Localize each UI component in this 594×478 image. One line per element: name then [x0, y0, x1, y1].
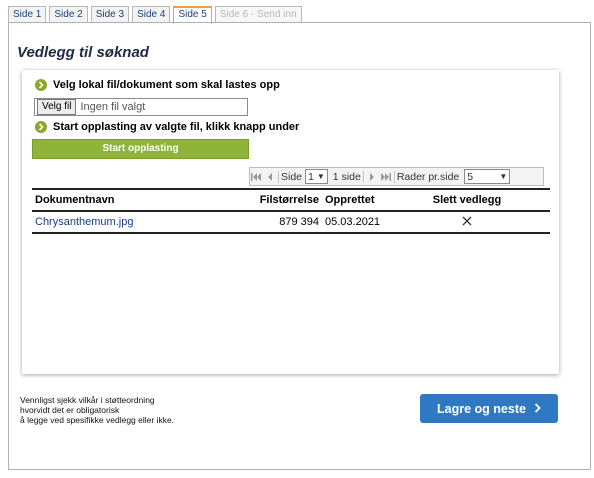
- delete-cell: [402, 216, 532, 229]
- chevron-down-icon: ▼: [499, 172, 508, 181]
- step-start-upload: Start opplasting av valgte fil, klikk kn…: [35, 121, 299, 133]
- pager: Side 1 ▼ 1 side Rader pr.side 5 ▼: [249, 167, 544, 186]
- table-header: Dokumentnavn Filstørrelse Opprettet Slet…: [32, 188, 550, 212]
- last-page-icon[interactable]: [379, 169, 392, 184]
- choose-file-button[interactable]: Velg fil: [37, 99, 77, 115]
- column-header-document-name[interactable]: Dokumentnavn: [32, 194, 245, 206]
- column-header-delete: Slett vedlegg: [432, 194, 502, 206]
- page-count: 1 side: [332, 170, 361, 183]
- page-label: Side: [281, 170, 303, 183]
- arrow-right-circle-icon: [35, 121, 47, 133]
- rows-per-page-value: 5: [467, 170, 474, 183]
- page-title: Vedlegg til søknad: [17, 44, 149, 61]
- pager-divider: [278, 170, 279, 183]
- page-select-value: 1: [308, 170, 314, 183]
- step-select-file: Velg lokal fil/dokument som skal lastes …: [35, 79, 280, 91]
- attachment-note: Vennligst sjekk vilkår i støtteordning h…: [20, 395, 174, 425]
- next-page-icon[interactable]: [366, 169, 379, 184]
- start-upload-button[interactable]: Start opplasting: [32, 139, 249, 159]
- column-header-file-size[interactable]: Filstørrelse: [245, 194, 319, 206]
- tab-side-1[interactable]: Side 1: [8, 6, 47, 22]
- file-size-cell: 879 394: [279, 216, 319, 228]
- step-start-upload-label: Start opplasting av valgte fil, klikk kn…: [53, 121, 300, 133]
- note-line: å legge ved spesifikke vedlegg eller ikk…: [20, 415, 175, 425]
- document-link[interactable]: Chrysanthemum.jpg: [32, 216, 245, 228]
- close-icon[interactable]: [462, 216, 472, 229]
- tab-side-4[interactable]: Side 4: [132, 6, 171, 22]
- chevron-down-icon: ▼: [316, 172, 325, 181]
- note-line: Vennligst sjekk vilkår i støtteordning: [20, 395, 155, 405]
- tab-bar: Side 1 Side 2 Side 3 Side 4 Side 5 Side …: [8, 6, 302, 24]
- note-line: hvorvidt det er obligatorisk: [20, 405, 120, 415]
- file-status: Ingen fil valgt: [80, 101, 146, 113]
- first-page-icon[interactable]: [250, 169, 263, 184]
- pager-divider: [362, 170, 364, 183]
- upload-panel: Velg lokal fil/dokument som skal lastes …: [22, 70, 559, 374]
- page-select[interactable]: 1 ▼: [305, 169, 328, 184]
- save-and-next-button[interactable]: Lagre og neste: [420, 394, 558, 423]
- table-row: Chrysanthemum.jpg 879 394 05.03.2021: [32, 212, 550, 234]
- rows-per-page-label: Rader pr.side: [396, 170, 460, 183]
- pager-divider: [393, 170, 395, 183]
- created-cell: 05.03.2021: [325, 216, 381, 228]
- rows-per-page-select[interactable]: 5 ▼: [464, 169, 511, 184]
- tab-side-2[interactable]: Side 2: [49, 6, 88, 22]
- arrow-right-circle-icon: [35, 79, 47, 91]
- chevron-right-icon: [534, 402, 541, 416]
- column-header-created[interactable]: Opprettet: [319, 194, 402, 206]
- previous-page-icon[interactable]: [263, 169, 276, 184]
- step-select-file-label: Velg lokal fil/dokument som skal lastes …: [53, 79, 280, 91]
- tab-side-6-send-inn: Side 6 - Send inn: [214, 6, 302, 22]
- attachments-table: Dokumentnavn Filstørrelse Opprettet Slet…: [32, 188, 550, 234]
- file-input[interactable]: Velg fil Ingen fil valgt: [34, 98, 248, 116]
- save-and-next-label: Lagre og neste: [437, 401, 526, 416]
- tab-side-3[interactable]: Side 3: [90, 6, 130, 22]
